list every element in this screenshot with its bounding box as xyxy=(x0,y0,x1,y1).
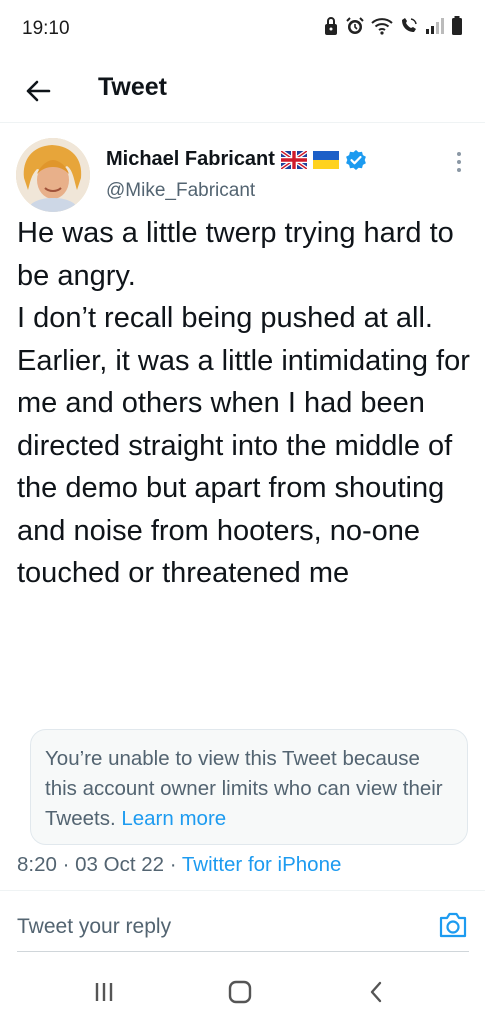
camera-button[interactable] xyxy=(438,911,468,939)
wifi-icon xyxy=(371,18,393,35)
system-nav-bar xyxy=(0,960,485,1024)
author-name[interactable]: Michael Fabricant xyxy=(106,148,275,171)
quoted-notice-text: You’re unable to view this Tweet because… xyxy=(45,747,443,830)
status-icons xyxy=(323,16,463,36)
camera-icon xyxy=(439,912,467,938)
verified-badge-icon xyxy=(346,149,366,170)
tweet-author: Michael Fabricant @Mike_Fabricant xyxy=(16,138,471,218)
meta-separator-2: · xyxy=(164,853,182,876)
back-button[interactable] xyxy=(20,73,56,109)
author-name-row[interactable]: Michael Fabricant xyxy=(106,148,367,171)
recents-icon xyxy=(95,983,113,1001)
avatar[interactable] xyxy=(16,138,90,212)
arrow-left-icon xyxy=(26,80,51,102)
page-title: Tweet xyxy=(98,73,167,101)
battery-icon xyxy=(452,16,462,35)
status-time: 19:10 xyxy=(22,18,70,39)
tweet-time: 8:20 xyxy=(17,853,57,876)
nav-bar: Tweet xyxy=(0,60,485,123)
more-vertical-icon xyxy=(457,152,461,172)
tweet-text: He was a little twerp trying hard to be … xyxy=(17,217,470,589)
quoted-tweet-unavailable: You’re unable to view this Tweet because… xyxy=(30,729,468,845)
ukraine-flag-emoji xyxy=(312,150,339,169)
wifi-calling-icon xyxy=(402,18,417,32)
tweet-meta: 8:20 · 03 Oct 22 · Twitter for iPhone xyxy=(17,853,341,877)
meta-separator: · xyxy=(56,853,76,876)
more-options-button[interactable] xyxy=(447,148,471,176)
signal-icon xyxy=(426,18,444,34)
tweet-source-link[interactable]: Twitter for iPhone xyxy=(182,853,342,876)
author-handle[interactable]: @Mike_Fabricant xyxy=(106,180,255,202)
uk-flag-emoji xyxy=(280,150,307,169)
alarm-icon xyxy=(346,17,364,34)
status-bar: 19:10 xyxy=(0,0,485,60)
reply-input[interactable] xyxy=(17,911,407,943)
learn-more-link[interactable]: Learn more xyxy=(121,807,226,830)
avatar-image xyxy=(16,138,90,212)
reply-bar xyxy=(0,891,485,955)
home-icon xyxy=(228,980,252,1004)
lock-icon xyxy=(325,17,337,35)
tweet-date: 03 Oct 22 xyxy=(75,853,165,876)
back-chevron-icon xyxy=(370,981,382,1003)
recents-button[interactable] xyxy=(84,978,124,1006)
reply-underline xyxy=(17,951,469,952)
home-button[interactable] xyxy=(220,978,260,1006)
system-back-button[interactable] xyxy=(356,978,396,1006)
